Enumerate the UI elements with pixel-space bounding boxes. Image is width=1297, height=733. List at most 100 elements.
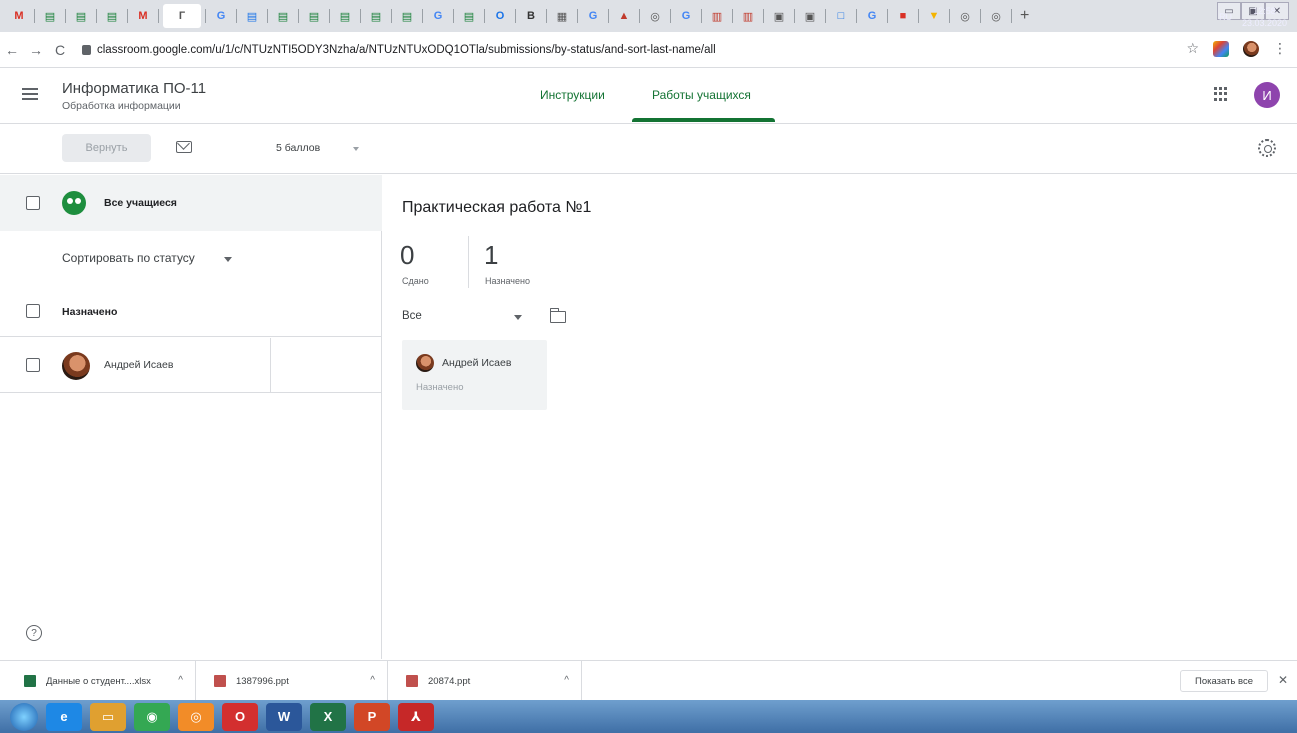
tab-separator — [856, 9, 857, 23]
all-students-checkbox[interactable] — [26, 196, 40, 210]
help-icon[interactable]: ? — [26, 625, 42, 641]
folder-icon[interactable] — [549, 308, 566, 323]
file-icon — [406, 675, 418, 687]
student-checkbox[interactable] — [26, 358, 40, 372]
tab-separator — [453, 9, 454, 23]
address-bar[interactable]: classroom.google.com/u/1/c/NTUzNTI5ODY3N… — [82, 44, 716, 56]
browser-tab[interactable]: G — [427, 4, 449, 28]
extension-icon[interactable] — [1213, 40, 1229, 57]
tab-separator — [34, 9, 35, 23]
forward-button[interactable]: → — [24, 42, 48, 58]
browser-tab[interactable]: ▥ — [737, 4, 759, 28]
chevron-up-icon[interactable]: ^ — [370, 675, 375, 686]
all-students-row[interactable]: Все учащиеся — [0, 175, 382, 231]
browser-tab[interactable]: ▼ — [923, 4, 945, 28]
taskbar-app-icon[interactable]: O — [222, 702, 258, 731]
class-title[interactable]: Информатика ПО-11 — [62, 80, 206, 97]
chevron-down-icon[interactable] — [514, 315, 522, 320]
browser-tab[interactable]: ▤ — [39, 4, 61, 28]
taskbar-app-icon[interactable]: ◉ — [134, 702, 170, 731]
taskbar-app-icon[interactable]: P — [354, 702, 390, 731]
points-select[interactable]: 5 баллов — [276, 142, 320, 154]
profile-avatar[interactable] — [1243, 40, 1259, 57]
browser-tab[interactable]: M — [8, 4, 30, 28]
tab-separator — [732, 9, 733, 23]
active-tab-indicator — [632, 118, 775, 122]
reload-button[interactable]: C — [48, 42, 72, 58]
clock[interactable]: 12:58 23.03.2020 — [1242, 5, 1287, 29]
new-tab-button[interactable]: + — [1020, 7, 1029, 25]
show-all-downloads-button[interactable]: Показать все — [1180, 670, 1268, 692]
browser-tab[interactable]: ◎ — [644, 4, 666, 28]
language-indicator[interactable]: RU — [1219, 12, 1232, 22]
browser-tab[interactable]: ▤ — [365, 4, 387, 28]
download-item[interactable]: Данные о студент....xlsx ^ — [0, 661, 196, 701]
browser-tab[interactable]: ▣ — [799, 4, 821, 28]
browser-tab[interactable]: G — [861, 4, 883, 28]
close-icon[interactable]: ✕ — [1278, 673, 1288, 687]
class-subtitle: Обработка информации — [62, 100, 181, 112]
browser-tab[interactable]: ▤ — [272, 4, 294, 28]
chevron-up-icon[interactable]: ^ — [564, 675, 569, 686]
browser-tab[interactable]: ▦ — [551, 4, 573, 28]
browser-tab[interactable]: G — [675, 4, 697, 28]
back-button[interactable]: ← — [0, 42, 24, 58]
gear-icon[interactable] — [1258, 139, 1276, 157]
download-item[interactable]: 1387996.ppt ^ — [196, 661, 388, 701]
email-icon[interactable] — [176, 141, 192, 153]
filter-select[interactable]: Все — [402, 310, 422, 322]
taskbar-app-icon[interactable]: ⅄ — [398, 702, 434, 731]
browser-tab[interactable]: ◎ — [954, 4, 976, 28]
browser-tab[interactable]: ▣ — [768, 4, 790, 28]
account-avatar[interactable]: И — [1254, 82, 1280, 108]
taskbar-app-icon[interactable]: ◎ — [178, 702, 214, 731]
google-apps-icon[interactable] — [1214, 87, 1228, 101]
browser-tab[interactable]: ■ — [892, 4, 914, 28]
browser-tab[interactable]: B — [520, 4, 542, 28]
start-button[interactable] — [10, 702, 38, 731]
tab-separator — [794, 9, 795, 23]
browser-tab[interactable]: ▲ — [613, 4, 635, 28]
student-row[interactable]: Андрей Исаев — [0, 338, 382, 393]
browser-tab[interactable]: ▤ — [101, 4, 123, 28]
browser-tab[interactable]: G — [582, 4, 604, 28]
download-filename: 1387996.ppt — [236, 675, 289, 687]
browser-tab[interactable]: □ — [830, 4, 852, 28]
browser-tab[interactable]: ◎ — [985, 4, 1007, 28]
browser-tab[interactable]: M — [132, 4, 154, 28]
browser-tab[interactable]: O — [489, 4, 511, 28]
taskbar-app-icon[interactable]: e — [46, 702, 82, 731]
hamburger-menu-icon[interactable] — [22, 88, 38, 100]
taskbar-app-icon[interactable]: W — [266, 702, 302, 731]
tab-instructions[interactable]: Инструкции — [540, 88, 605, 102]
chevron-down-icon[interactable] — [353, 147, 359, 151]
browser-tab[interactable]: ▥ — [706, 4, 728, 28]
sort-select[interactable]: Сортировать по статусу — [62, 251, 195, 265]
browser-tab[interactable]: ▤ — [458, 4, 480, 28]
address-bar-row: ← → C classroom.google.com/u/1/c/NTUzNTI… — [0, 32, 1297, 68]
grade-column-divider — [270, 338, 271, 393]
browser-tab[interactable]: ▤ — [241, 4, 263, 28]
browser-tab[interactable]: ▤ — [303, 4, 325, 28]
browser-tab[interactable]: ▤ — [70, 4, 92, 28]
tab-separator — [158, 9, 159, 23]
browser-tab[interactable]: ▤ — [334, 4, 356, 28]
chevron-up-icon[interactable]: ^ — [178, 675, 183, 686]
chevron-down-icon[interactable] — [224, 257, 232, 262]
return-button[interactable]: Вернуть — [62, 134, 151, 162]
browser-menu-icon[interactable]: ⋮ — [1273, 40, 1287, 57]
tab-separator — [701, 9, 702, 23]
browser-tab[interactable]: G — [210, 4, 232, 28]
taskbar-app-icon[interactable]: X — [310, 702, 346, 731]
assigned-group-checkbox[interactable] — [26, 304, 40, 318]
tab-separator — [546, 9, 547, 23]
bookmark-star-icon[interactable]: ☆ — [1186, 40, 1199, 57]
browser-tab[interactable]: ▤ — [396, 4, 418, 28]
tab-separator — [96, 9, 97, 23]
tab-student-work[interactable]: Работы учащихся — [652, 88, 751, 102]
student-submission-card[interactable]: Андрей Исаев Назначено — [402, 340, 547, 410]
browser-tab[interactable]: Г — [163, 4, 201, 28]
taskbar-app-icon[interactable]: ▭ — [90, 702, 126, 731]
tab-separator — [949, 9, 950, 23]
download-item[interactable]: 20874.ppt ^ — [388, 661, 582, 701]
